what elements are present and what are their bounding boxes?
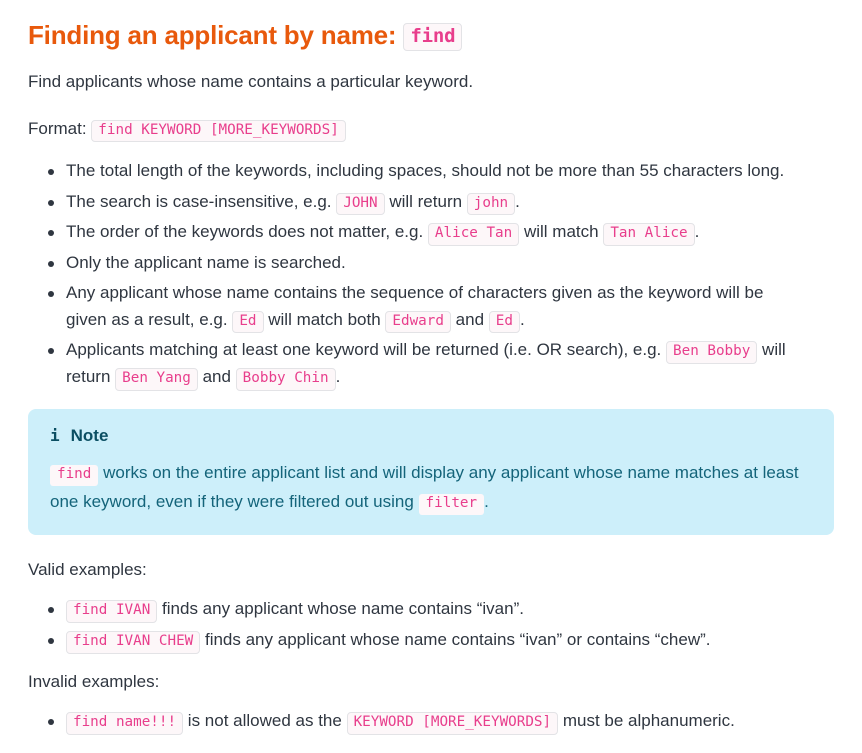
list-item: The total length of the keywords, includ…: [48, 158, 834, 184]
inline-text: Only the applicant name is searched.: [66, 252, 346, 272]
inline-text: will match: [519, 222, 604, 242]
page-title: Finding an applicant by name: find: [28, 20, 834, 51]
list-item: Only the applicant name is searched.: [48, 250, 834, 276]
format-code-chip: find KEYWORD [MORE_KEYWORDS]: [91, 119, 346, 143]
inline-text: .: [335, 367, 341, 387]
inline-text: is not allowed as the: [183, 711, 347, 731]
list-item: Applicants matching at least one keyword…: [48, 337, 834, 391]
inline-code-chip: KEYWORD [MORE_KEYWORDS]: [346, 712, 559, 736]
inline-code-chip: filter: [418, 494, 485, 515]
inline-text: will return: [384, 191, 467, 211]
heading-command-chip: find: [403, 23, 463, 51]
inline-text: The search is case-insensitive, e.g.: [66, 191, 337, 211]
note-body: find works on the entire applicant list …: [50, 459, 812, 517]
note-title: i Note: [50, 423, 812, 449]
invalid-examples-label: Invalid examples:: [28, 672, 160, 692]
inline-text: .: [515, 191, 520, 211]
inline-code-chip: Ben Bobby: [666, 341, 758, 365]
invalid-examples-list: find name!!! is not allowed as the KEYWO…: [28, 707, 834, 736]
inline-text: .: [519, 309, 525, 329]
intro-paragraph: Find applicants whose name contains a pa…: [28, 72, 474, 92]
note-title-text: Note: [70, 425, 109, 445]
inline-text: The order of the keywords does not matte…: [66, 222, 428, 242]
list-item: The search is case-insensitive, e.g. JOH…: [48, 189, 834, 216]
list-item: find name!!! is not allowed as the KEYWO…: [48, 707, 834, 736]
inline-text: finds any applicant whose name contains …: [157, 599, 524, 619]
inline-text: Applicants matching at least one keyword…: [66, 340, 667, 360]
inline-text: finds any applicant whose name contains …: [200, 630, 711, 650]
inline-code-chip: Edward: [385, 310, 451, 334]
page-title-text: Finding an applicant by name:: [28, 20, 397, 50]
inline-code-chip: Bobby Chin: [235, 368, 336, 391]
list-item: find IVAN finds any applicant whose name…: [48, 595, 834, 624]
inline-text: .: [694, 222, 700, 242]
info-icon: i: [50, 425, 60, 445]
inline-code-chip: find name!!!: [66, 712, 184, 736]
note-callout: i Note find works on the entire applican…: [28, 408, 834, 535]
inline-code-chip: Ed: [232, 310, 264, 334]
list-item: find IVAN CHEW finds any applicant whose…: [48, 626, 834, 655]
inline-code-chip: find: [50, 465, 99, 486]
list-item: Any applicant whose name contains the se…: [48, 280, 834, 334]
valid-examples-list: find IVAN finds any applicant whose name…: [28, 595, 834, 655]
list-item: The order of the keywords does not matte…: [48, 219, 834, 246]
inline-text: and: [197, 367, 236, 387]
inline-code-chip: find IVAN: [66, 600, 158, 623]
inline-code-chip: Alice Tan: [427, 223, 520, 246]
inline-code-chip: JOHN: [336, 192, 385, 216]
format-line: Format: find KEYWORD [MORE_KEYWORDS]: [28, 116, 834, 143]
format-label: Format:: [28, 118, 87, 138]
rules-list: The total length of the keywords, includ…: [28, 158, 834, 391]
inline-code-chip: Ben Yang: [115, 368, 198, 391]
inline-code-chip: Ed: [488, 310, 520, 334]
inline-text: must be alphanumeric.: [558, 711, 735, 731]
inline-code-chip: find IVAN CHEW: [66, 631, 201, 654]
inline-text: and: [450, 309, 489, 329]
documentation-page: Finding an applicant by name: find Find …: [0, 0, 862, 736]
inline-text: The total length of the keywords, includ…: [66, 161, 785, 181]
valid-examples-label: Valid examples:: [28, 559, 147, 579]
inline-code-chip: john: [466, 192, 516, 216]
inline-text: .: [484, 492, 489, 512]
inline-text: will match both: [263, 309, 386, 329]
inline-code-chip: Tan Alice: [603, 223, 695, 246]
